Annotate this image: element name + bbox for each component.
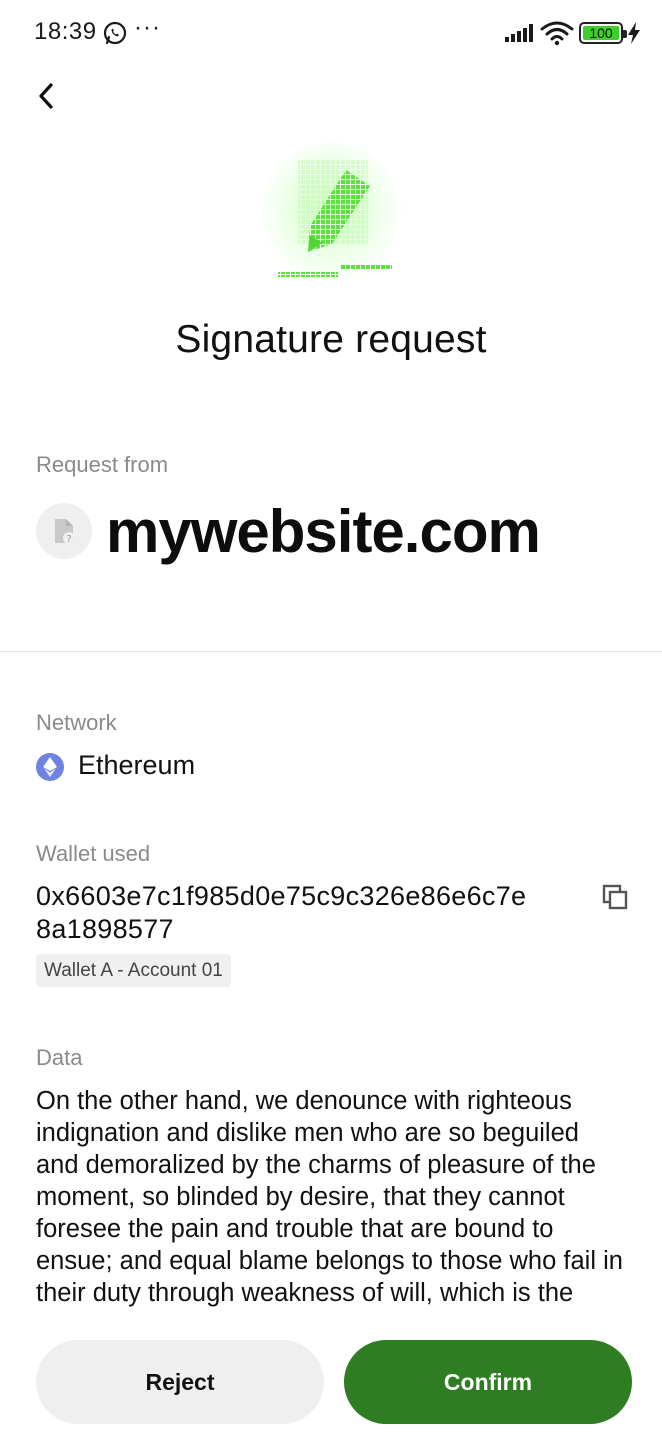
- pencil-signature-icon: [257, 142, 405, 294]
- signature-data-text: On the other hand, we denounce with righ…: [36, 1087, 623, 1307]
- network-name: Ethereum: [78, 750, 196, 780]
- unknown-site-icon: ?: [55, 519, 75, 545]
- chevron-left-icon: [39, 83, 53, 109]
- data-label: Data: [36, 1045, 83, 1070]
- request-from-label: Request from: [36, 452, 169, 477]
- wallet-account-tag: Wallet A - Account 01: [36, 954, 231, 987]
- status-more-dots: ···: [134, 14, 161, 41]
- network-label: Network: [36, 710, 117, 735]
- action-bar: Reject Confirm: [0, 1326, 662, 1456]
- wallet-address: 0x6603e7c1f985d0e75c9c326e86e6c7e8a18985…: [36, 881, 527, 944]
- confirm-button[interactable]: Confirm: [344, 1340, 632, 1424]
- status-bar: 18:39 ··· 100: [0, 0, 662, 64]
- copy-icon: [602, 884, 628, 910]
- ethereum-icon: [36, 753, 64, 781]
- whatsapp-icon: [103, 21, 127, 45]
- wallet-used-label: Wallet used: [36, 841, 151, 866]
- signal-icon: [505, 24, 533, 42]
- wifi-icon: [540, 21, 574, 46]
- charging-bolt-icon: [628, 22, 640, 44]
- status-time: 18:39: [34, 18, 97, 45]
- site-avatar: ?: [36, 503, 92, 559]
- battery-percent: 100: [589, 25, 613, 41]
- reject-button[interactable]: Reject: [36, 1340, 324, 1424]
- back-button[interactable]: [28, 76, 64, 116]
- svg-text:?: ?: [66, 534, 71, 545]
- battery-icon: 100: [579, 22, 627, 44]
- copy-address-button[interactable]: [600, 882, 630, 912]
- request-site-name: mywebsite.com: [106, 498, 541, 565]
- section-divider: [0, 651, 662, 652]
- page-title: Signature request: [175, 318, 487, 361]
